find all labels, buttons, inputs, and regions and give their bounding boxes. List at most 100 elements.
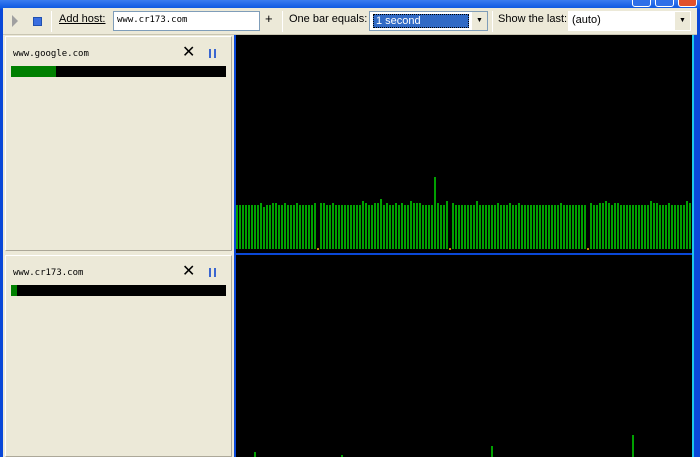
ping-bar	[236, 205, 238, 249]
ping-bar	[344, 205, 346, 249]
ping-bar	[626, 205, 628, 249]
remove-host-icon[interactable]: ✕	[182, 45, 195, 61]
bar-label: One bar equals:	[289, 13, 368, 25]
bar-interval-select[interactable]: 1 second ▼	[369, 11, 488, 31]
ping-bar	[521, 205, 523, 249]
ping-bar	[671, 205, 673, 249]
ping-bar	[356, 205, 358, 249]
ping-bar	[389, 205, 391, 249]
chevron-down-icon[interactable]: ▼	[675, 12, 690, 30]
host-input[interactable]: www.cr173.com	[113, 11, 260, 31]
ping-bar	[275, 203, 277, 249]
ping-bar	[479, 205, 481, 249]
ping-bar	[245, 205, 247, 249]
ping-bar	[638, 205, 640, 249]
ping-bar	[410, 201, 412, 249]
ping-bar	[665, 205, 667, 249]
ping-bar	[602, 203, 604, 249]
pause-icon[interactable]	[209, 268, 216, 277]
ping-bar	[239, 205, 241, 249]
ping-bar	[572, 205, 574, 249]
ping-bar	[563, 205, 565, 249]
ping-bar	[242, 205, 244, 249]
ping-bar	[596, 205, 598, 249]
ping-bar	[263, 207, 265, 249]
ping-bar	[296, 203, 298, 249]
ping-bar	[437, 203, 439, 249]
ping-bar	[599, 203, 601, 249]
ping-bar	[392, 205, 394, 249]
ping-bar	[653, 203, 655, 249]
close-button[interactable]	[678, 0, 697, 7]
ping-bar	[491, 446, 493, 457]
progress-fill	[11, 66, 57, 77]
ping-bar	[575, 205, 577, 249]
ping-bar	[284, 203, 286, 249]
ping-bar	[374, 203, 376, 249]
minimize-button[interactable]	[632, 0, 651, 7]
remove-host-icon[interactable]: ✕	[182, 264, 195, 280]
ping-bar	[446, 201, 448, 249]
ping-bar	[680, 205, 682, 249]
show-last-value: (auto)	[572, 14, 601, 26]
ping-bar	[581, 205, 583, 249]
ping-chart-cr173	[236, 255, 692, 457]
ping-bar	[395, 203, 397, 249]
ping-bar	[494, 205, 496, 249]
ping-bar	[623, 205, 625, 249]
ping-bar	[320, 203, 322, 249]
ping-bar	[656, 203, 658, 249]
ping-bar	[635, 205, 637, 249]
timeout-marker	[317, 248, 319, 250]
ping-bar	[368, 205, 370, 249]
chevron-down-icon[interactable]: ▼	[472, 12, 487, 30]
ping-bar	[611, 205, 613, 249]
ping-bar	[491, 205, 493, 249]
ping-bar	[476, 201, 478, 249]
ping-bar	[593, 205, 595, 249]
ping-bar	[458, 205, 460, 249]
separator	[51, 11, 52, 32]
ping-bar	[488, 205, 490, 249]
ping-bar	[398, 205, 400, 249]
ping-bar	[386, 203, 388, 249]
play-icon[interactable]	[12, 15, 18, 27]
maximize-button[interactable]	[655, 0, 674, 7]
ping-bar	[443, 205, 445, 249]
ping-bar	[323, 203, 325, 249]
ping-bar	[416, 203, 418, 249]
ping-bar	[605, 201, 607, 249]
ping-bar	[473, 205, 475, 249]
stop-icon[interactable]	[33, 17, 42, 26]
ping-bar	[689, 203, 691, 249]
ping-bar	[503, 205, 505, 249]
show-last-select[interactable]: (auto) ▼	[568, 11, 691, 31]
ping-bar	[428, 205, 430, 249]
ping-bar	[617, 203, 619, 249]
ping-bar	[251, 205, 253, 249]
ping-bar	[662, 205, 664, 249]
progress-fill	[11, 285, 18, 296]
ping-bar	[668, 203, 670, 249]
add-host-button[interactable]: +	[265, 11, 273, 26]
ping-bar	[380, 199, 382, 249]
ping-bar	[539, 205, 541, 249]
ping-bar	[524, 205, 526, 249]
ping-bar	[518, 203, 520, 249]
ping-bar	[674, 205, 676, 249]
host-name: www.cr173.com	[13, 268, 84, 278]
ping-bar	[254, 452, 256, 457]
ping-bar	[629, 205, 631, 249]
ping-bar	[359, 205, 361, 249]
ping-bar	[311, 205, 313, 249]
ping-bar	[281, 205, 283, 249]
pause-icon[interactable]	[209, 49, 216, 58]
host-name: www.google.com	[13, 49, 89, 59]
toolbar: Add host: www.cr173.com + One bar equals…	[3, 8, 697, 35]
ping-chart-google	[236, 35, 692, 253]
ping-bar	[515, 205, 517, 249]
ping-bar	[365, 203, 367, 249]
ping-bar	[335, 205, 337, 249]
ping-bar	[353, 205, 355, 249]
host-panel: www.cr173.com ✕	[5, 255, 232, 457]
